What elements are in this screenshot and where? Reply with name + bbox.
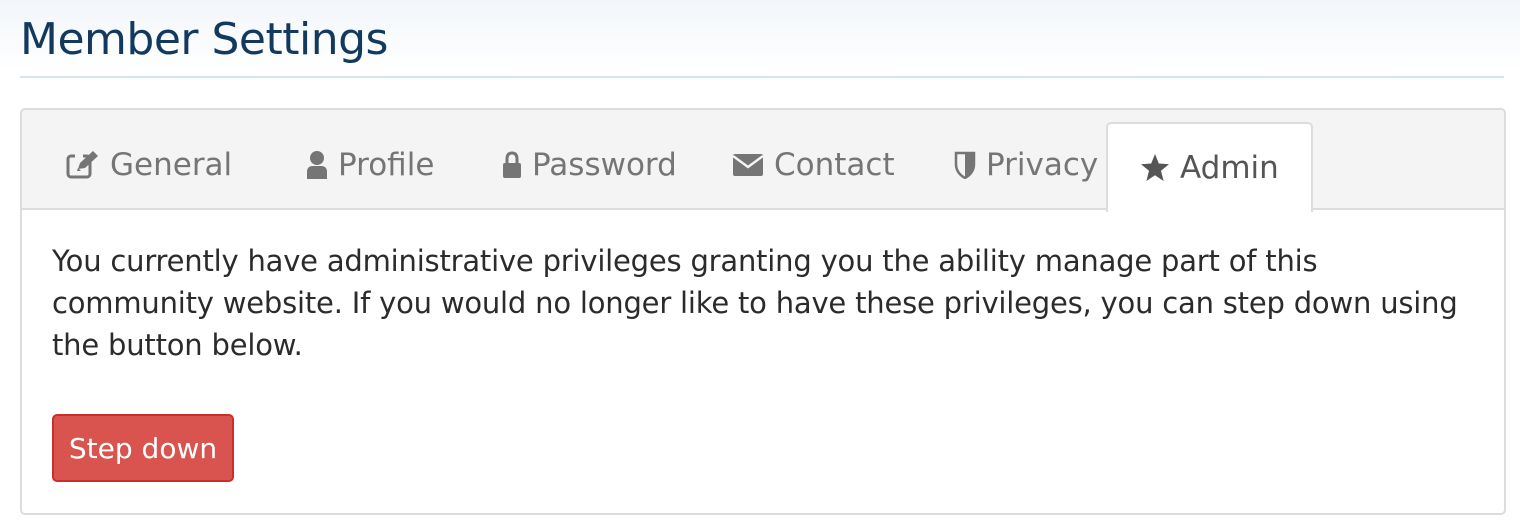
page-title: Member Settings bbox=[20, 14, 388, 65]
tab-label: Contact bbox=[774, 147, 895, 183]
tab-password[interactable]: Password bbox=[470, 122, 709, 208]
tab-bar: General Profile Password Contact Privacy… bbox=[22, 110, 1504, 212]
user-icon bbox=[306, 150, 328, 180]
lock-icon bbox=[502, 151, 522, 179]
step-down-button[interactable]: Step down bbox=[52, 414, 234, 482]
star-icon bbox=[1140, 153, 1170, 183]
tab-label: General bbox=[110, 147, 233, 183]
edit-icon bbox=[66, 150, 100, 180]
tab-admin[interactable]: Admin bbox=[1106, 122, 1313, 212]
settings-panel: General Profile Password Contact Privacy… bbox=[20, 108, 1506, 515]
tab-label: Admin bbox=[1180, 150, 1279, 186]
tab-label: Privacy bbox=[986, 147, 1099, 183]
tab-profile[interactable]: Profile bbox=[274, 122, 466, 208]
envelope-icon bbox=[732, 152, 764, 178]
tab-contact[interactable]: Contact bbox=[700, 122, 927, 208]
page-header: Member Settings bbox=[20, 0, 1504, 78]
shield-icon bbox=[954, 151, 976, 179]
tab-general[interactable]: General bbox=[34, 122, 264, 208]
tab-label: Password bbox=[532, 147, 677, 183]
admin-panel-body: You currently have administrative privil… bbox=[52, 240, 1472, 366]
tab-privacy[interactable]: Privacy bbox=[922, 122, 1130, 208]
admin-description: You currently have administrative privil… bbox=[52, 244, 1458, 362]
tab-label: Profile bbox=[338, 147, 435, 183]
